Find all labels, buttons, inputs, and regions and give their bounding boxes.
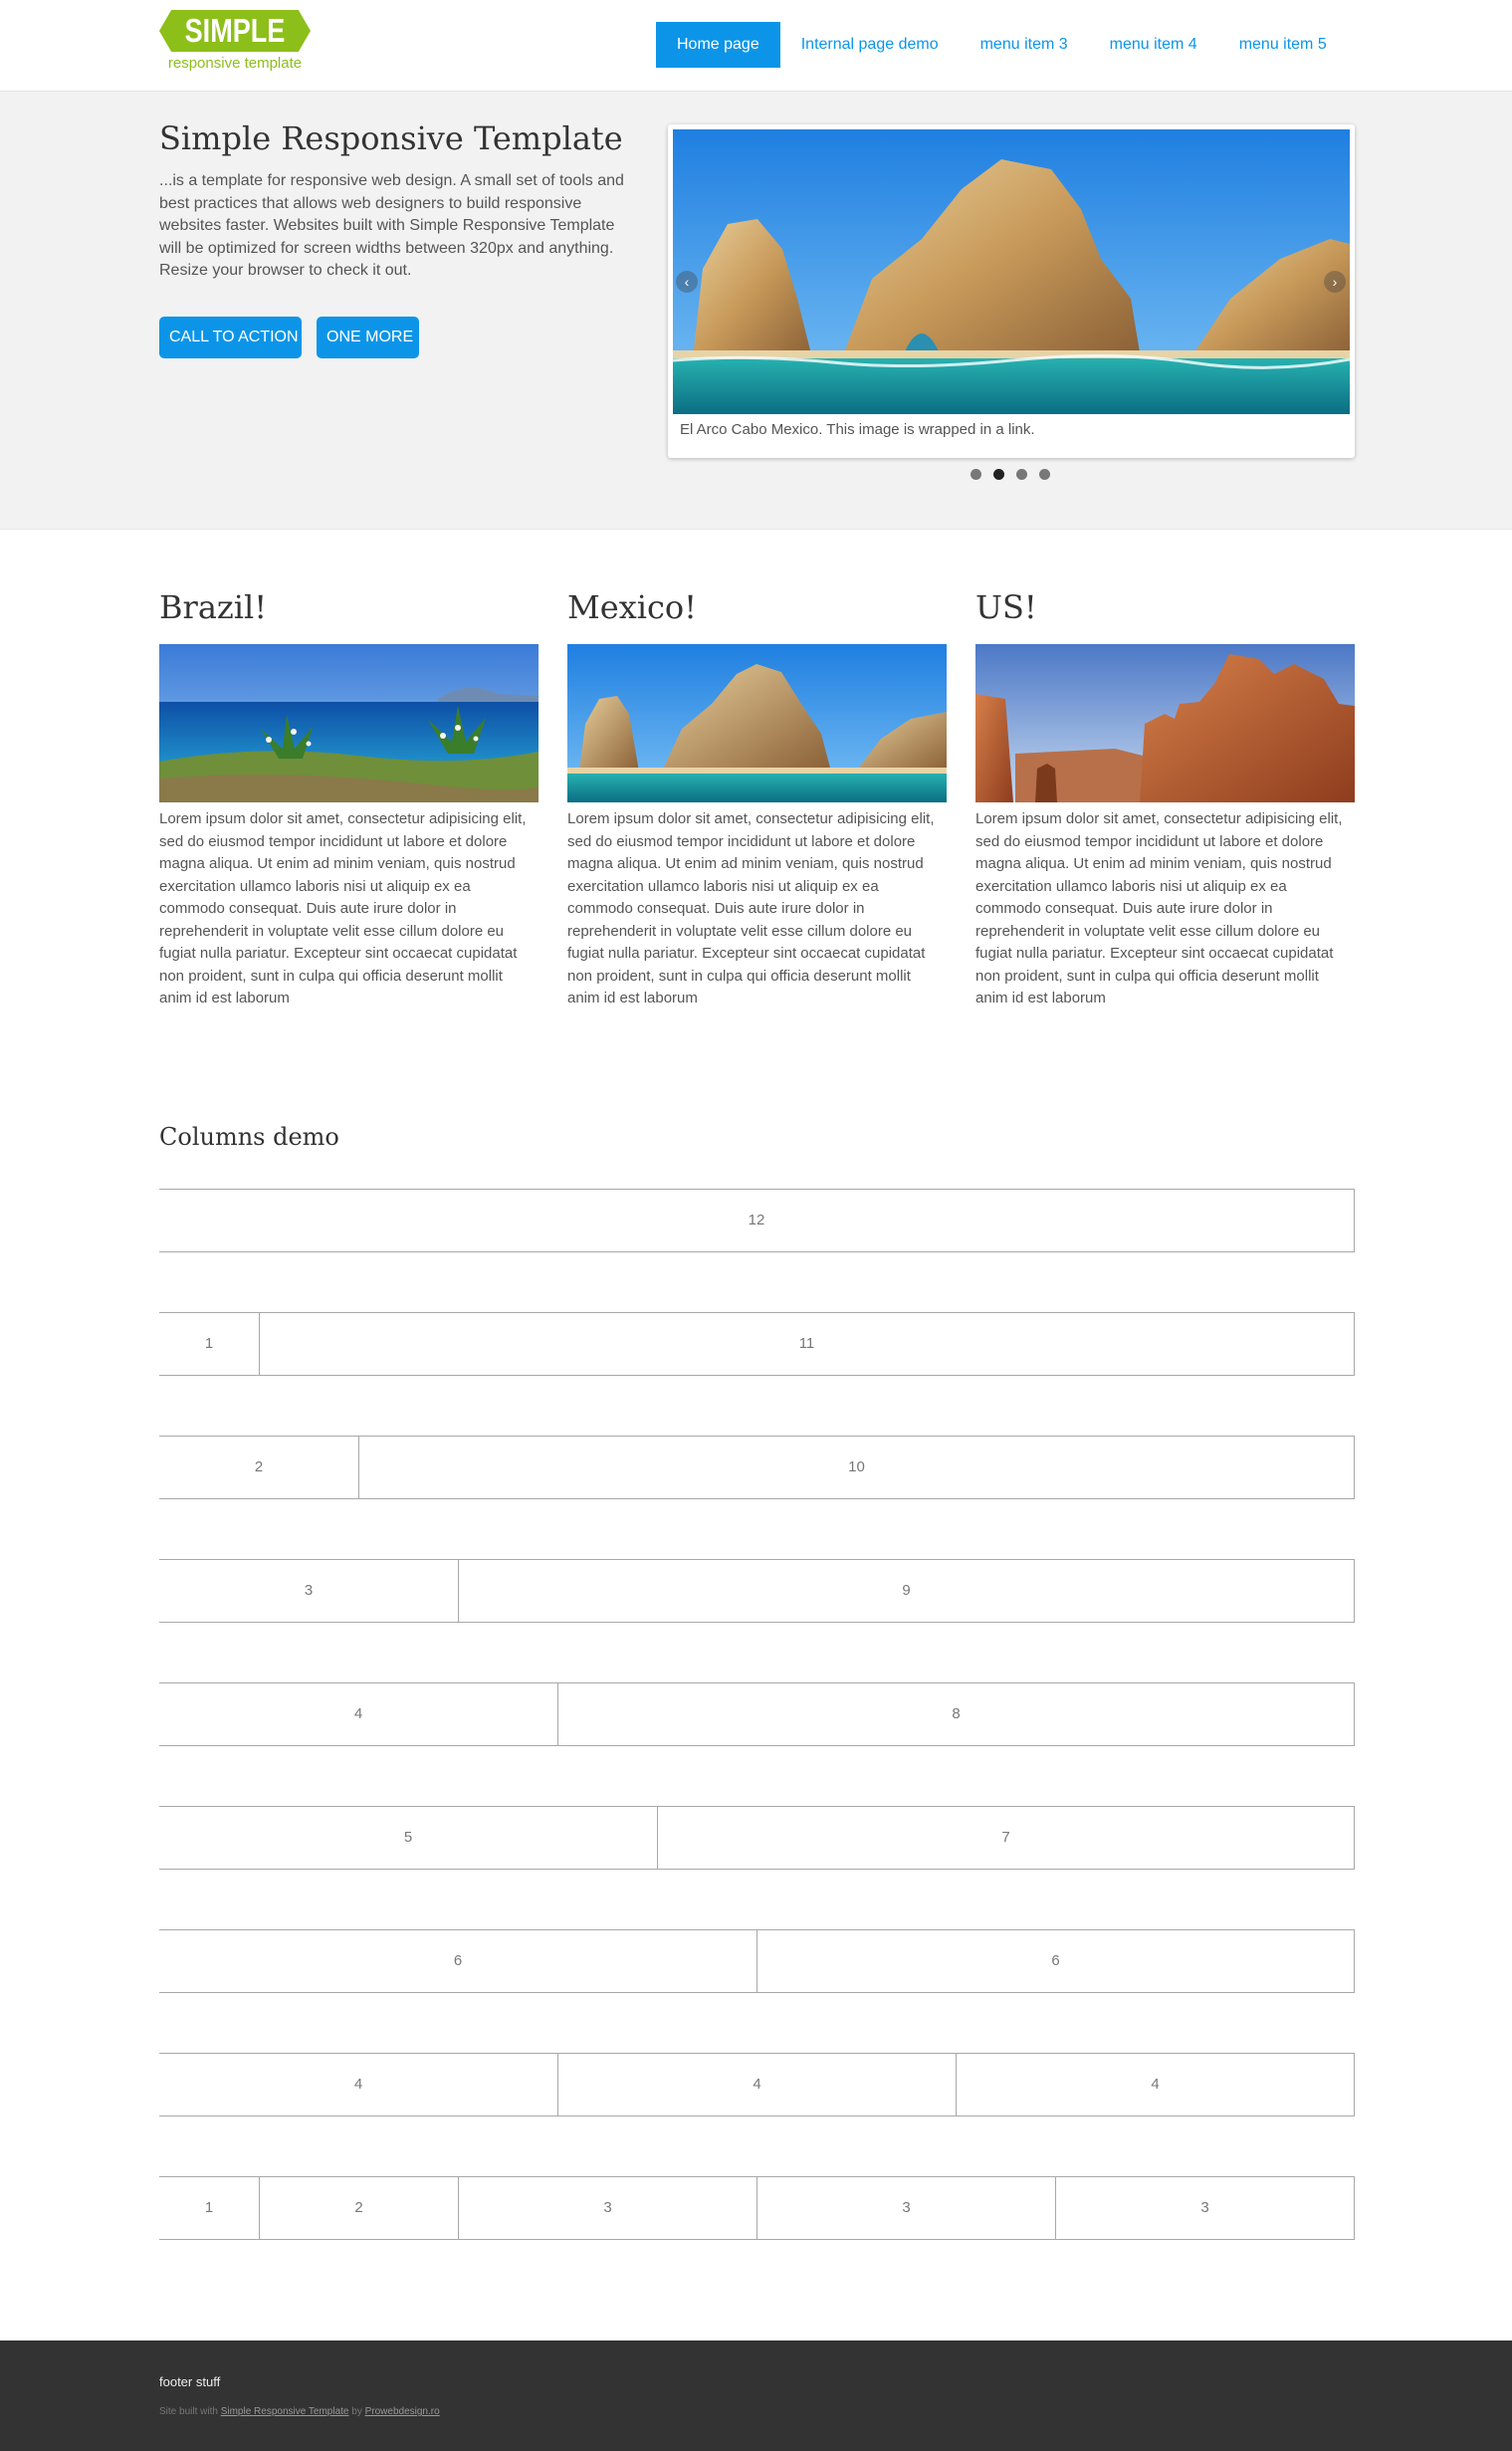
- chevron-right-icon[interactable]: ›: [1324, 271, 1346, 293]
- footer-credit-prefix: Site built with: [159, 2406, 218, 2417]
- footer-credit-by: by: [351, 2406, 362, 2417]
- feature-text: Lorem ipsum dolor sit amet, consectetur …: [159, 810, 527, 1006]
- feature-text: Lorem ipsum dolor sit amet, consectetur …: [975, 810, 1343, 1006]
- grid-column-1: 1: [204, 2199, 214, 2216]
- feature-mexico: Mexico! Lorem ipsum dolor sit amet, cons…: [567, 582, 947, 1010]
- grid-column-7: 7: [657, 1807, 1354, 1869]
- grid-column-3: 3: [756, 2177, 1055, 2239]
- nav-item-internal-page[interactable]: Internal page demo: [780, 22, 960, 68]
- nav-item-menu-3[interactable]: menu item 3: [960, 22, 1089, 68]
- logo-word: SIMPLE: [184, 12, 286, 49]
- footer-title: footer stuff: [159, 2374, 221, 2389]
- image-slider: ‹ › El Arco Cabo Mexico. This image is w…: [668, 124, 1355, 458]
- footer-template-link[interactable]: Simple Responsive Template: [221, 2406, 349, 2417]
- grid-column-3: 3: [1055, 2177, 1354, 2239]
- site-logo[interactable]: SIMPLE responsive template: [159, 10, 311, 74]
- footer-author-link[interactable]: Prowebdesign.ro: [365, 2406, 440, 2417]
- grid-column-10: 10: [357, 1437, 1354, 1498]
- nav-item-home[interactable]: Home page: [656, 22, 780, 68]
- grid-column-4: 4: [353, 1705, 363, 1722]
- grid-row: 57: [159, 1806, 1355, 1870]
- grid-row: 66: [159, 1929, 1355, 1993]
- grid-row: 48: [159, 1682, 1355, 1746]
- slider-dot-1[interactable]: [971, 469, 981, 480]
- call-to-action-button[interactable]: CALL TO ACTION: [159, 317, 302, 358]
- grid-column-11: 11: [259, 1313, 1354, 1375]
- feature-us: US! Lorem ipsum dolor sit amet, consecte…: [975, 582, 1355, 1010]
- grid-column-8: 8: [557, 1683, 1354, 1745]
- slide-image-el-arco[interactable]: [673, 129, 1350, 414]
- grid-column-3: 3: [304, 1582, 314, 1599]
- feature-title: US!: [975, 588, 1037, 626]
- grid-column-12: 12: [748, 1212, 765, 1228]
- grid-row: 444: [159, 2053, 1355, 2117]
- grid-column-9: 9: [458, 1560, 1354, 1622]
- columns-demo-title: Columns demo: [159, 1123, 339, 1151]
- grid-row: 12333: [159, 2176, 1355, 2240]
- logo-tagline: responsive template: [167, 55, 303, 72]
- grid-column-1: 1: [204, 1335, 214, 1352]
- slide-caption: El Arco Cabo Mexico. This image is wrapp…: [680, 421, 1035, 438]
- grid-column-6: 6: [453, 1952, 463, 1969]
- grid-column-2: 2: [254, 1458, 264, 1475]
- feature-brazil: Brazil! Lorem ipsum dolor sit amet, cons…: [159, 582, 539, 1010]
- nav-item-menu-5[interactable]: menu item 5: [1218, 22, 1348, 68]
- mexico-image: [567, 644, 947, 802]
- us-image: [975, 644, 1355, 802]
- site-footer: footer stuff Site built with Simple Resp…: [0, 2340, 1512, 2451]
- chevron-left-icon[interactable]: ‹: [676, 271, 698, 293]
- slider-dot-4[interactable]: [1039, 469, 1050, 480]
- nav-item-menu-4[interactable]: menu item 4: [1089, 22, 1218, 68]
- grid-column-3: 3: [458, 2177, 756, 2239]
- one-more-button[interactable]: ONE MORE: [317, 317, 419, 358]
- main-nav: Home page Internal page demo menu item 3…: [656, 22, 1348, 68]
- slider-dot-3[interactable]: [1016, 469, 1027, 480]
- grid-column-4: 4: [956, 2054, 1354, 2116]
- grid-column-5: 5: [403, 1829, 413, 1846]
- hero-description: ...is a template for responsive web desi…: [159, 172, 624, 279]
- brazil-image: [159, 644, 539, 802]
- site-header: SIMPLE responsive template Home page Int…: [0, 0, 1512, 92]
- grid-column-4: 4: [353, 2076, 363, 2093]
- feature-title: Mexico!: [567, 588, 698, 626]
- grid-row: 12: [159, 1189, 1355, 1252]
- grid-column-4: 4: [557, 2054, 956, 2116]
- footer-credit: Site built with Simple Responsive Templa…: [159, 2406, 440, 2417]
- grid-column-6: 6: [756, 1930, 1354, 1992]
- grid-row: 2 10: [159, 1436, 1355, 1499]
- hero-title: Simple Responsive Template: [159, 119, 623, 157]
- grid-row: 39: [159, 1559, 1355, 1623]
- grid-row: 1 11: [159, 1312, 1355, 1376]
- slider-pagination: [971, 469, 1062, 480]
- feature-text: Lorem ipsum dolor sit amet, consectetur …: [567, 810, 935, 1006]
- feature-title: Brazil!: [159, 588, 268, 626]
- grid-column-2: 2: [259, 2177, 458, 2239]
- slider-dot-2[interactable]: [993, 469, 1004, 480]
